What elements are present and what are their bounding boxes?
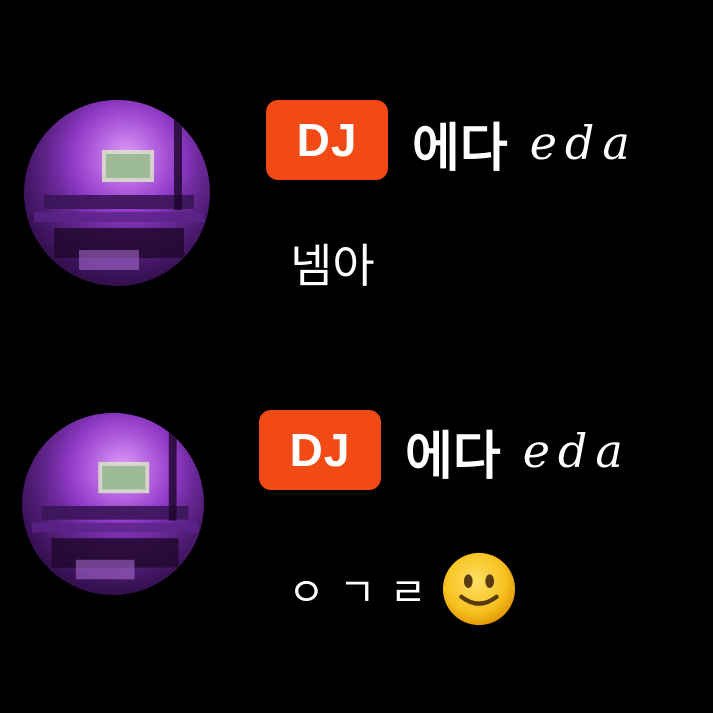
username-latin: eda xyxy=(529,116,638,170)
avatar-image xyxy=(22,413,204,595)
message-text: 넴아 xyxy=(290,230,375,296)
slightly-smiling-face-icon xyxy=(440,550,518,628)
chat-message: DJ 에다 eda ㅇㄱㄹ xyxy=(0,310,713,626)
dj-badge: DJ xyxy=(266,100,388,180)
username-latin: eda xyxy=(522,424,631,478)
username[interactable]: 에다 eda xyxy=(412,108,638,179)
dj-badge: DJ xyxy=(259,410,381,490)
chat-message: DJ 에다 eda 넴아 xyxy=(0,0,713,310)
avatar[interactable] xyxy=(24,100,210,286)
username[interactable]: 에다 eda xyxy=(405,416,631,487)
username-korean: 에다 xyxy=(412,118,508,179)
message-body: ㅇㄱㄹ xyxy=(288,570,441,616)
message-text: ㅇㄱㄹ xyxy=(288,550,518,628)
avatar-image xyxy=(24,100,210,286)
username-korean: 에다 xyxy=(405,426,501,487)
avatar[interactable] xyxy=(22,413,204,595)
message-body: 넴아 xyxy=(290,239,375,293)
